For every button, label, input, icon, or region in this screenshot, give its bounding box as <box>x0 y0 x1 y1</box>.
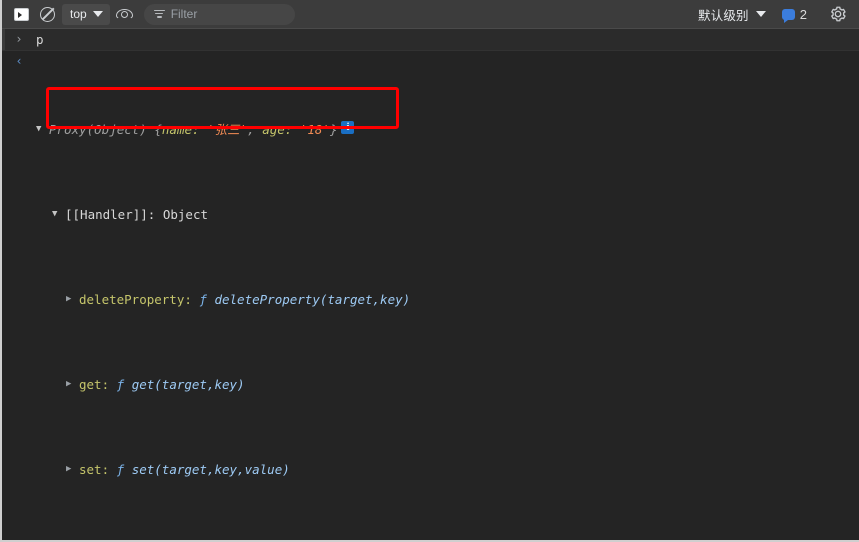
object-tree[interactable]: ▼ Proxy(Object) {name: '张三', age: '18'} i… <box>36 53 859 540</box>
message-bubble-icon <box>781 8 795 23</box>
expand-triangle-open-icon[interactable]: ▼ <box>52 206 65 223</box>
function-marker: ƒ <box>116 462 125 477</box>
preview-key-1: name: <box>161 122 200 137</box>
filter-input[interactable] <box>170 7 285 21</box>
preview-value-2: '18' <box>299 122 330 137</box>
object-header-line[interactable]: ▼ Proxy(Object) {name: '张三', age: '18'} i <box>36 121 851 138</box>
prompt-gutter: › <box>2 31 36 48</box>
property-value: Object <box>162 207 208 222</box>
object-tree-row[interactable]: ▼ [[Handler]]: Object <box>36 206 851 223</box>
execution-context-label: top <box>70 7 87 21</box>
preview-separator: , <box>247 122 263 137</box>
dock-panel-icon <box>13 7 29 21</box>
output-chevron-icon: ‹ <box>16 54 22 68</box>
filter-funnel-icon <box>153 9 165 19</box>
property-key: get: <box>79 377 110 392</box>
log-level-selector[interactable]: 默认级别 <box>698 5 766 24</box>
object-tree-row[interactable]: ▶ get: ƒ get(target,key) <box>36 376 851 393</box>
dock-panel-button[interactable] <box>8 2 34 26</box>
live-expression-eye-icon <box>116 8 134 20</box>
expand-triangle-open-icon[interactable]: ▼ <box>36 121 49 138</box>
chevron-down-icon <box>92 11 103 17</box>
preview-open-brace: { <box>154 122 162 137</box>
message-count-value: 2 <box>799 6 807 22</box>
info-badge-icon[interactable]: i <box>341 121 355 134</box>
expand-triangle-icon[interactable]: ▶ <box>66 376 79 393</box>
execution-context-selector[interactable]: top <box>62 3 110 25</box>
chevron-down-icon <box>755 11 766 17</box>
filter-field[interactable] <box>143 3 295 25</box>
preview-close-brace: } <box>329 122 338 137</box>
object-tree-row[interactable]: ▶ set: ƒ set(target,key,value) <box>36 461 851 478</box>
console-message-list[interactable]: › p ‹ ▼ Proxy(Object) {name: '张三', age: … <box>2 29 859 540</box>
prompt-gutter: ‹ <box>2 53 36 70</box>
gear-icon <box>831 6 846 22</box>
devtools-console-window: top 默认级别 2 › <box>0 0 859 542</box>
expand-triangle-icon[interactable]: ▶ <box>66 291 79 308</box>
preview-key-2: age: <box>262 122 293 137</box>
message-count-indicator[interactable]: 2 <box>781 6 807 23</box>
console-input-text: p <box>36 32 44 47</box>
object-tree-row[interactable]: ▶ deleteProperty: ƒ deleteProperty(targe… <box>36 291 851 308</box>
clear-console-button[interactable] <box>34 2 60 26</box>
preview-value-1: '张三' <box>207 122 248 137</box>
console-output-object-row: ‹ ▼ Proxy(Object) {name: '张三', age: '18'… <box>2 51 859 540</box>
property-key: deleteProperty: <box>79 292 192 307</box>
function-signature: set(target,key,value) <box>131 462 290 477</box>
function-marker: ƒ <box>199 292 207 307</box>
property-key: [[Handler]]: <box>65 207 156 222</box>
log-level-label: 默认级别 <box>697 8 749 23</box>
clear-console-icon <box>39 6 55 22</box>
live-expression-button[interactable] <box>112 2 138 26</box>
console-toolbar: top 默认级别 2 <box>2 0 859 29</box>
object-constructor-name: Proxy(Object) <box>49 122 147 137</box>
property-key: set: <box>79 462 110 477</box>
function-signature: get(target,key) <box>131 377 245 392</box>
expand-triangle-icon[interactable]: ▶ <box>66 461 79 478</box>
input-chevron-icon: › <box>16 32 22 46</box>
function-signature: deleteProperty(target,key) <box>214 292 411 307</box>
function-marker: ƒ <box>116 377 125 392</box>
settings-button[interactable] <box>825 2 851 26</box>
console-input-row[interactable]: › p <box>2 29 859 51</box>
